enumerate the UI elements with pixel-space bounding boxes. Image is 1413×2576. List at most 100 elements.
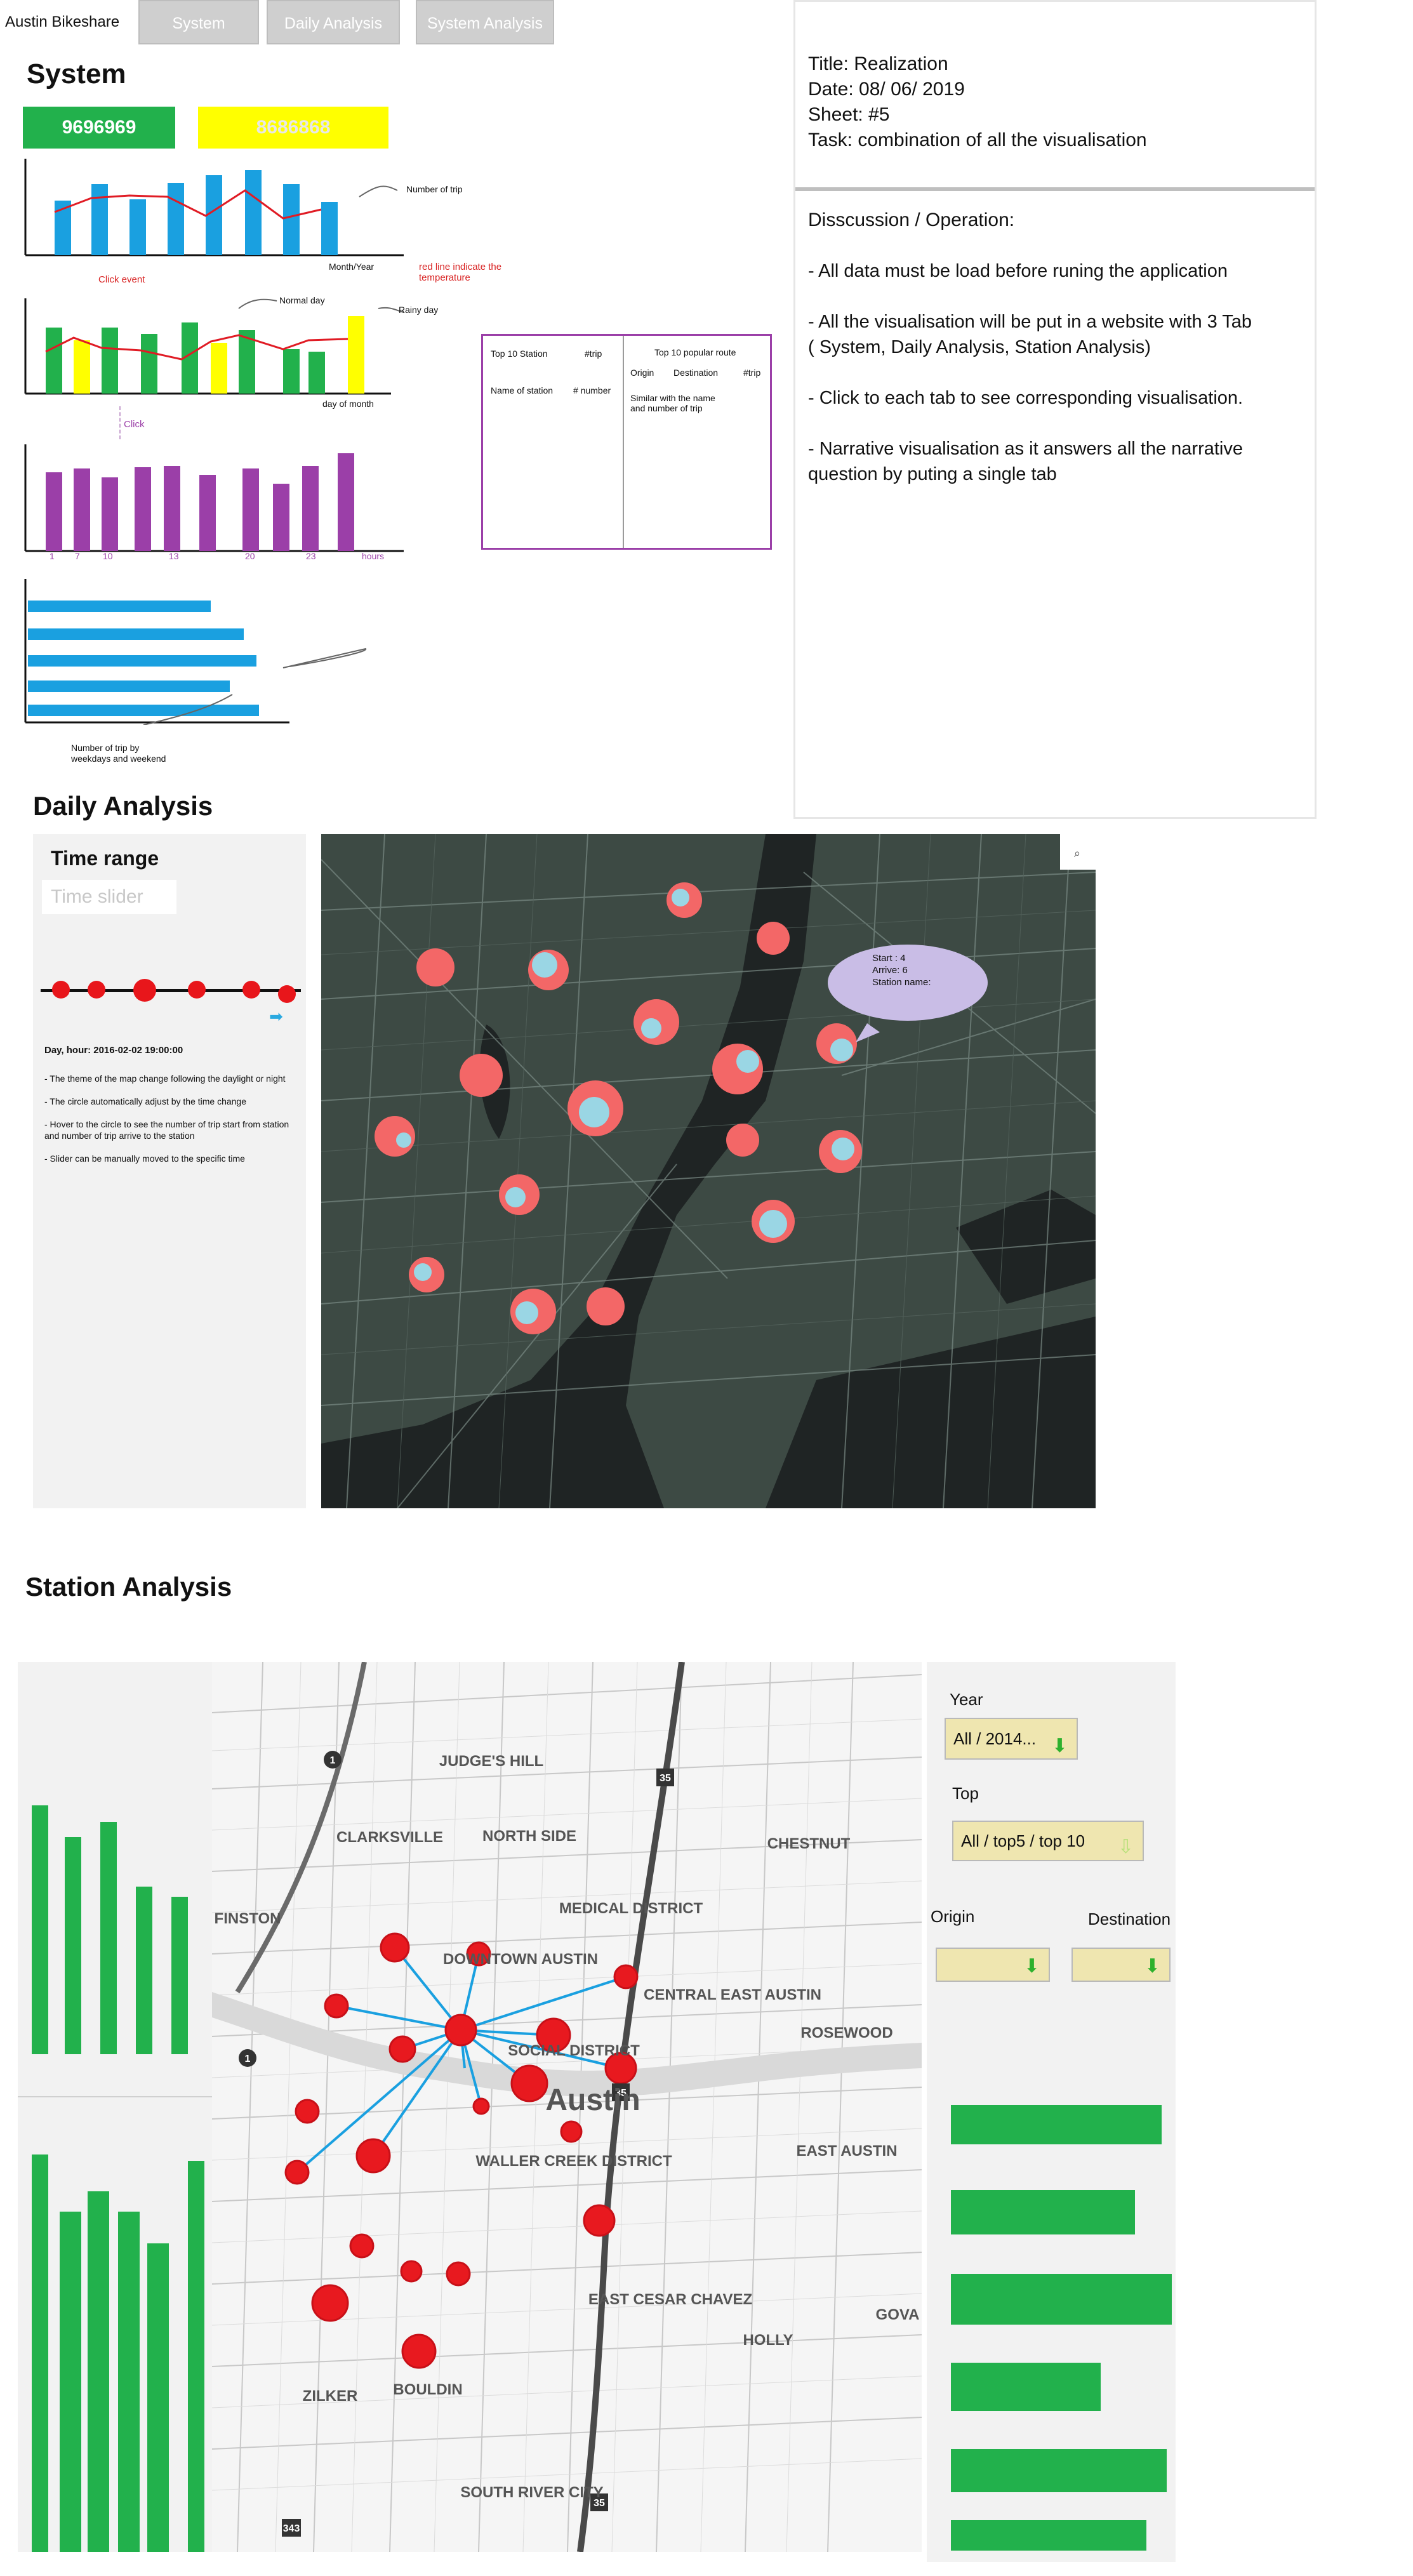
bar[interactable] bbox=[60, 2212, 81, 2552]
top-route-header: Top 10 popular route bbox=[654, 347, 736, 357]
bar bbox=[302, 466, 319, 551]
time-slider-track[interactable] bbox=[41, 979, 301, 1003]
bar[interactable] bbox=[88, 2191, 109, 2552]
bar bbox=[273, 484, 289, 551]
station-left-panel bbox=[18, 1662, 212, 2552]
slider-tick[interactable] bbox=[88, 981, 105, 999]
discussion-points: - All data must be load before runing th… bbox=[808, 258, 1252, 512]
bar[interactable] bbox=[136, 1887, 152, 2054]
origin-dropdown[interactable]: ⬇ bbox=[936, 1948, 1050, 1982]
top-label: Top bbox=[952, 1784, 979, 1803]
daily-title: Daily Analysis bbox=[33, 791, 213, 821]
route-bar[interactable] bbox=[951, 2363, 1101, 2411]
monthly-trips-chart[interactable] bbox=[23, 159, 416, 273]
station-arrive bbox=[579, 1097, 609, 1127]
annotation-pointer bbox=[359, 185, 398, 197]
route-bar[interactable] bbox=[951, 2449, 1167, 2492]
bar bbox=[283, 184, 300, 255]
kpi-secondary: 8686868 bbox=[198, 107, 388, 149]
station-name-row: Name of station bbox=[491, 385, 554, 395]
tab-daily-analysis[interactable]: Daily Analysis bbox=[267, 0, 400, 44]
station-arrive bbox=[532, 952, 557, 978]
station-arrive bbox=[641, 1018, 661, 1039]
map-label: BOULDIN bbox=[393, 2381, 462, 2398]
bar[interactable] bbox=[171, 1897, 188, 2054]
slider-tick[interactable] bbox=[52, 981, 70, 999]
year-dropdown[interactable]: All / 2014... ⬇ bbox=[945, 1718, 1078, 1760]
time-slider-input[interactable]: Time slider bbox=[42, 880, 176, 914]
map-label: GOVA bbox=[876, 2306, 920, 2323]
station-arrive bbox=[672, 889, 689, 906]
bar bbox=[321, 202, 338, 255]
station-circle bbox=[311, 2284, 349, 2322]
station-circle bbox=[349, 2233, 375, 2259]
system-title: System bbox=[27, 58, 126, 90]
station-circle bbox=[444, 2014, 477, 2047]
bar bbox=[348, 316, 364, 394]
bar bbox=[308, 352, 325, 394]
route-bar[interactable] bbox=[951, 2520, 1146, 2551]
slider-tick[interactable] bbox=[188, 981, 206, 999]
route-bar[interactable] bbox=[951, 2274, 1172, 2325]
bar bbox=[102, 477, 118, 551]
station-circle bbox=[388, 2035, 416, 2063]
station-circle bbox=[460, 1054, 503, 1097]
chevron-down-icon: ⬇ bbox=[1051, 1736, 1068, 1756]
map-label: WALLER CREEK DISTRICT bbox=[475, 2153, 672, 2170]
tab-system-analysis[interactable]: System Analysis bbox=[416, 0, 554, 44]
temperature-note: red line indicate the temperature bbox=[419, 262, 502, 283]
bar[interactable] bbox=[100, 1822, 117, 2054]
bar[interactable] bbox=[32, 1805, 48, 2054]
bar bbox=[129, 199, 146, 255]
map-label: JUDGE'S HILL bbox=[439, 1753, 543, 1770]
tab-system[interactable]: System bbox=[138, 0, 259, 44]
spec-date: Date: 08/ 06/ 2019 bbox=[808, 79, 965, 100]
destination-dropdown[interactable]: ⬇ bbox=[1071, 1948, 1171, 1982]
rainy-day-label: Rainy day bbox=[399, 305, 439, 315]
slider-tick[interactable] bbox=[278, 985, 296, 1003]
route-bar[interactable] bbox=[951, 2190, 1135, 2234]
station-circle bbox=[416, 948, 454, 986]
weekday-weekend-chart[interactable] bbox=[23, 579, 378, 725]
app-brand: Austin Bikeshare bbox=[0, 0, 138, 44]
route-bar[interactable] bbox=[951, 2105, 1162, 2144]
station-circle bbox=[401, 2334, 437, 2369]
tick: 7 bbox=[75, 551, 80, 561]
hourly-trips-chart[interactable] bbox=[23, 444, 416, 555]
spec-title: Title: Realization bbox=[808, 53, 948, 74]
daily-trips-chart[interactable] bbox=[23, 298, 404, 400]
chevron-down-icon: ⬇ bbox=[1023, 1956, 1040, 1977]
map-label: ROSEWOOD bbox=[800, 2024, 892, 2042]
bar bbox=[102, 328, 118, 394]
station-circle bbox=[446, 2261, 471, 2287]
bar[interactable] bbox=[118, 2212, 140, 2552]
map-label: Austin bbox=[545, 2083, 640, 2117]
slider-tick[interactable] bbox=[242, 981, 260, 999]
day-hour-label: Day, hour: 2016-02-02 19:00:00 bbox=[44, 1045, 183, 1056]
bar bbox=[141, 334, 157, 394]
map-label: SOUTH RIVER CITY bbox=[460, 2484, 603, 2501]
bar[interactable] bbox=[65, 1837, 81, 2054]
bar[interactable] bbox=[147, 2243, 169, 2552]
bar bbox=[199, 475, 216, 551]
bar[interactable] bbox=[188, 2161, 204, 2552]
destination-label: Destination bbox=[1088, 1909, 1171, 1929]
play-arrow-icon[interactable]: ➡ bbox=[269, 1007, 283, 1026]
bar[interactable] bbox=[32, 2154, 48, 2552]
slider-handle[interactable] bbox=[133, 979, 156, 1002]
tick: 13 bbox=[169, 551, 179, 561]
station-circle bbox=[583, 2204, 616, 2237]
daily-map[interactable]: ⌕ bbox=[321, 834, 1096, 1508]
shield-1: 1 bbox=[330, 1755, 336, 1766]
search-icon: ⌕ bbox=[1074, 847, 1080, 860]
map-label: NORTH SIDE bbox=[482, 1828, 576, 1845]
bar bbox=[28, 655, 256, 667]
map-label: SOCIAL DISTRICT bbox=[508, 2042, 640, 2059]
bar bbox=[74, 468, 90, 551]
station-map[interactable]: 1 35 1 35 343 35 JUDGE'S HILL CLARKSVILL… bbox=[212, 1662, 922, 2552]
top-dropdown[interactable]: All / top5 / top 10 ⇩ bbox=[952, 1821, 1144, 1861]
tick: 20 bbox=[245, 551, 255, 561]
station-count: # number bbox=[573, 385, 611, 395]
route-note: and number of trip bbox=[630, 403, 703, 413]
map-label: ZILKER bbox=[303, 2387, 358, 2405]
